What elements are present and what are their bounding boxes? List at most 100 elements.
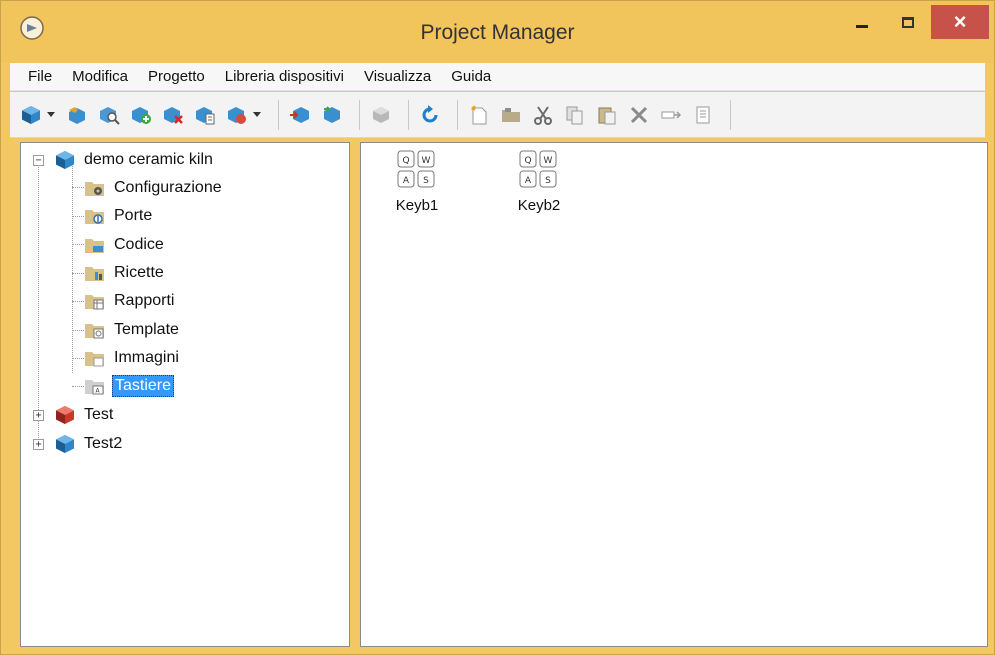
- project-menu-button[interactable]: [224, 102, 250, 128]
- tree-node-codice[interactable]: Codice: [84, 232, 166, 258]
- tree-node-test[interactable]: + Test: [33, 402, 115, 428]
- tree-node-rapporti[interactable]: Rapporti: [84, 288, 176, 314]
- export-button[interactable]: [319, 102, 345, 128]
- properties-icon: [696, 106, 710, 123]
- tree-node-label: Configurazione: [114, 179, 222, 196]
- close-button[interactable]: ×: [931, 5, 989, 39]
- folder-icon: [502, 107, 520, 122]
- toolbar-separator: [359, 99, 360, 130]
- properties-button[interactable]: [690, 102, 716, 128]
- menu-modifica[interactable]: Modifica: [62, 68, 138, 85]
- keyboard-item-label: Keyb2: [517, 197, 561, 214]
- chevron-down-icon: [47, 111, 55, 117]
- expand-toggle[interactable]: +: [33, 409, 44, 421]
- menu-libreria-dispositivi[interactable]: Libreria dispositivi: [215, 68, 354, 85]
- title-bar[interactable]: Project Manager ×: [1, 1, 994, 63]
- ports-folder-icon: [85, 210, 104, 224]
- key-label: Q: [524, 156, 531, 166]
- add-project-icon: [132, 106, 151, 124]
- expand-toggle[interactable]: +: [33, 438, 44, 450]
- new-item-button[interactable]: [466, 102, 492, 128]
- tree-node-demo-ceramic-kiln[interactable]: − demo ceramic kiln: [33, 147, 215, 173]
- menu-progetto[interactable]: Progetto: [138, 68, 215, 85]
- tree-node-label: Rapporti: [114, 292, 175, 309]
- copy-icon: [566, 106, 583, 124]
- rename-button[interactable]: [658, 102, 684, 128]
- open-project-button[interactable]: [64, 102, 90, 128]
- key-label: W: [544, 156, 553, 166]
- project-cube-icon: [56, 151, 74, 169]
- tree-node-porte[interactable]: Porte: [84, 203, 154, 229]
- search-project-button[interactable]: [96, 102, 122, 128]
- tree-node-template[interactable]: Template: [84, 317, 181, 343]
- project-menu-dropdown[interactable]: [252, 111, 262, 118]
- tree-node-test2[interactable]: + Test2: [33, 431, 124, 457]
- project-tree[interactable]: − demo ceramic kiln Configurazione Porte…: [20, 142, 350, 647]
- code-folder-icon: [85, 239, 104, 253]
- key-label: S: [545, 176, 551, 186]
- menu-visualizza[interactable]: Visualizza: [354, 68, 441, 85]
- tree-node-configurazione[interactable]: Configurazione: [84, 175, 224, 201]
- keyboard-item-keyb2[interactable]: Q W A S Keyb2: [499, 149, 579, 214]
- tree-node-label: demo ceramic kiln: [84, 151, 213, 168]
- tree-node-ricette[interactable]: Ricette: [84, 260, 166, 286]
- search-project-icon: [100, 106, 120, 125]
- copy-button[interactable]: [562, 102, 588, 128]
- maximize-button[interactable]: [885, 5, 931, 39]
- toolbar-separator: [408, 99, 409, 130]
- key-label: A: [525, 176, 532, 186]
- tree-node-immagini[interactable]: Immagini: [84, 345, 181, 371]
- compile-icon: [373, 106, 389, 123]
- tree-connector: [72, 273, 84, 274]
- paste-icon: [598, 107, 616, 124]
- tree-node-label: Immagini: [114, 349, 179, 366]
- menu-guida[interactable]: Guida: [441, 68, 501, 85]
- project-cube-red-icon: [56, 406, 74, 424]
- tree-node-tastiere[interactable]: A Tastiere: [84, 373, 175, 399]
- tree-node-label: Tastiere: [112, 375, 175, 397]
- open-project-icon: [69, 106, 85, 124]
- cut-icon: [534, 105, 552, 125]
- tree-connector: [72, 358, 84, 359]
- project-menu-icon: [228, 106, 246, 124]
- project-cube-icon: [56, 435, 74, 453]
- panel-splitter[interactable]: [350, 142, 360, 647]
- toolbar-separator: [457, 99, 458, 130]
- toolbar-separator: [730, 99, 731, 130]
- delete-button[interactable]: [626, 102, 652, 128]
- refresh-button[interactable]: [417, 102, 443, 128]
- keyboard-item-keyb1[interactable]: Q W A S Keyb1: [377, 149, 457, 214]
- minimize-button[interactable]: [839, 5, 885, 39]
- configuration-folder-icon: [85, 182, 104, 196]
- rename-icon: [661, 110, 682, 119]
- keyboards-folder-icon: A: [85, 380, 104, 395]
- project-properties-button[interactable]: [192, 102, 218, 128]
- tree-connector: [38, 167, 39, 442]
- cut-button[interactable]: [530, 102, 556, 128]
- keyboard-icon: Q W A S: [519, 150, 557, 188]
- images-folder-icon: [85, 352, 104, 367]
- remove-project-button[interactable]: [160, 102, 186, 128]
- key-label: S: [423, 176, 429, 186]
- content-view[interactable]: Q W A S Keyb1 Q W A S Keyb2: [360, 142, 988, 647]
- tree-connector: [72, 301, 84, 302]
- collapse-toggle[interactable]: −: [33, 154, 44, 166]
- project-properties-icon: [196, 106, 215, 124]
- import-icon: [290, 106, 309, 123]
- keyboard-icon: Q W A S: [397, 150, 435, 188]
- compile-button[interactable]: [368, 102, 394, 128]
- key-label: A: [403, 176, 410, 186]
- new-project-dropdown[interactable]: [46, 111, 56, 118]
- new-project-button[interactable]: [18, 102, 44, 128]
- chevron-down-icon: [253, 111, 261, 117]
- tree-connector: [72, 163, 73, 373]
- menu-file[interactable]: File: [18, 68, 62, 85]
- new-item-icon: [471, 104, 487, 124]
- add-project-button[interactable]: [128, 102, 154, 128]
- maximize-icon: [902, 16, 914, 28]
- tree-connector: [72, 244, 84, 245]
- paste-button[interactable]: [594, 102, 620, 128]
- tree-node-label: Ricette: [114, 264, 164, 281]
- import-button[interactable]: [287, 102, 313, 128]
- folder-button[interactable]: [498, 102, 524, 128]
